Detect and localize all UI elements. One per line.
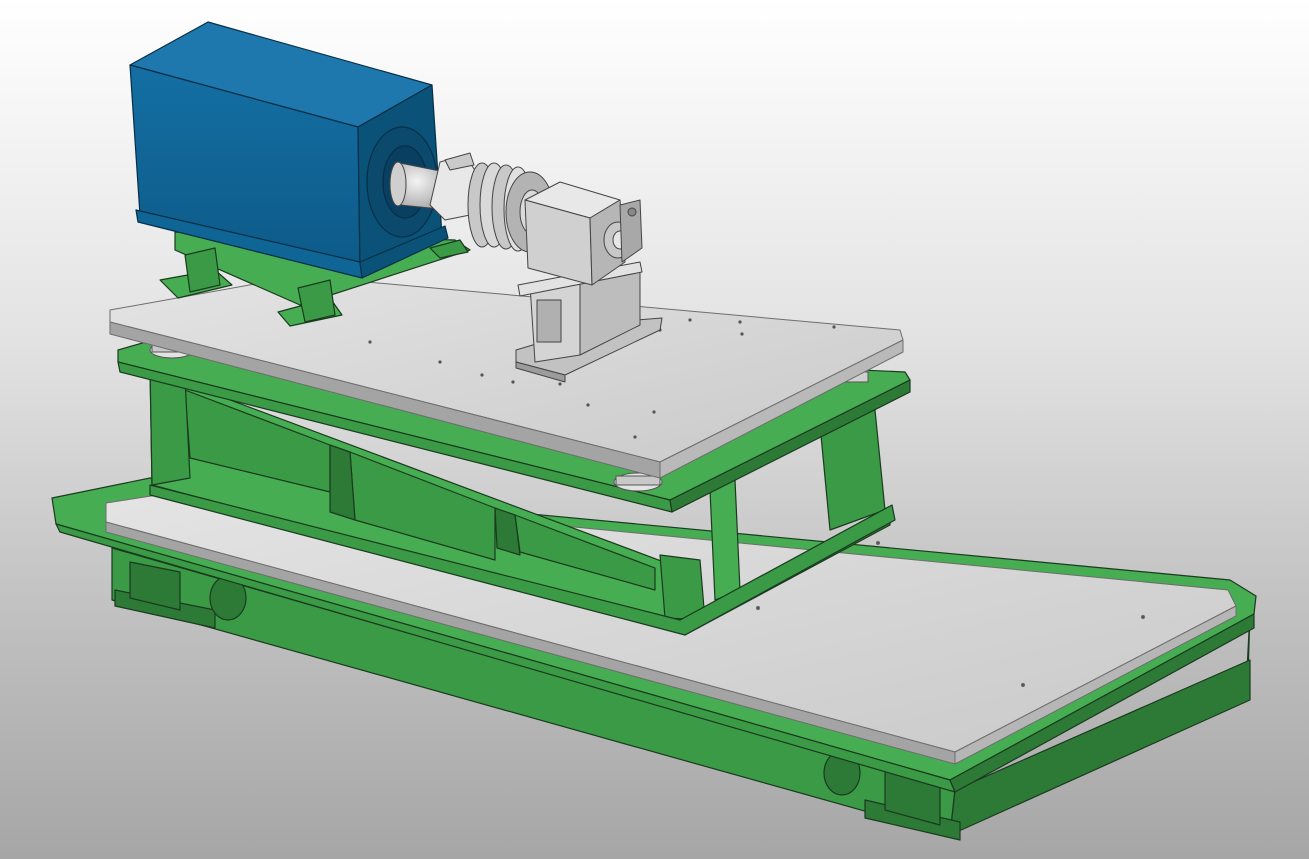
cad-model-scene[interactable] xyxy=(0,0,1309,859)
cad-viewport[interactable] xyxy=(0,0,1309,859)
